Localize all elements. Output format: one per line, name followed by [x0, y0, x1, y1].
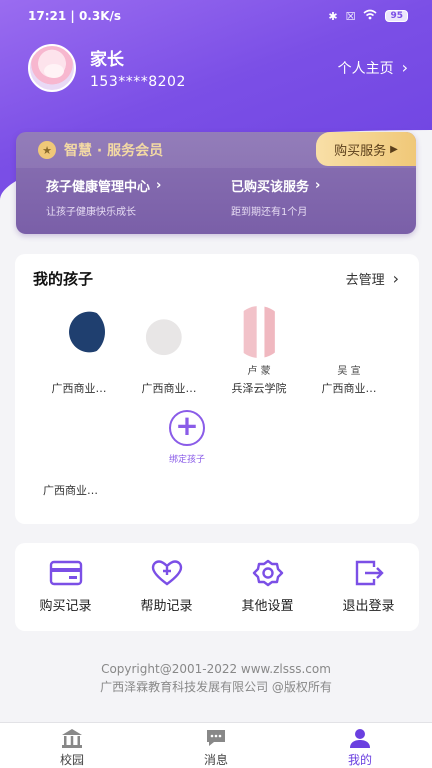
- vip-item-subtitle: 距到期还有1个月: [231, 207, 308, 218]
- child-school: 兵泽云学院: [231, 382, 287, 395]
- star-badge-icon: ★: [38, 141, 56, 159]
- tool-label: 帮助记录: [140, 599, 193, 614]
- child-name: 吴 宣: [337, 366, 361, 377]
- status-icons: ✱ ☒ 95: [328, 9, 408, 23]
- vip-items: 孩子健康管理中心 › 让孩子健康快乐成长 已购买该服务 › 距到期还有1个月: [16, 168, 416, 218]
- tab-label: 我的: [347, 753, 372, 767]
- user-icon: [350, 729, 370, 748]
- tools-card: 购买记录 帮助记录 其他设置 退出登录: [15, 543, 419, 631]
- card-icon: [49, 560, 82, 586]
- tab-label: 校园: [59, 753, 84, 767]
- my-children-card: 我的孩子 去管理 › 广西商业… 广西商业… 卢 蒙 兵泽云学院 吴 宣 广西商…: [15, 254, 419, 524]
- plus-circle-icon: +: [169, 410, 205, 446]
- logout-icon: [355, 560, 384, 586]
- tool-label: 购买记录: [39, 599, 92, 614]
- vip-service-card[interactable]: ★ 智慧 · 服务会员 购买服务 ▶ 孩子健康管理中心 › 让孩子健康快乐成长 …: [16, 132, 416, 234]
- help-records-button[interactable]: 帮助记录: [116, 543, 217, 631]
- status-time: 17:21: [28, 9, 67, 23]
- bottom-tab-bar: 校园 消息 我的: [0, 722, 432, 768]
- chevron-right-icon: ›: [401, 58, 408, 77]
- manage-children-link[interactable]: 去管理 ›: [346, 269, 399, 288]
- profile-header: 家长 153****8202 个人主页 ›: [28, 43, 408, 92]
- play-arrow-icon: ▶: [390, 143, 398, 155]
- child-name: [123, 362, 215, 376]
- child-school[interactable]: 广西商业…: [43, 482, 98, 498]
- tool-label: 退出登录: [342, 599, 395, 614]
- child-school: 广西商业…: [51, 382, 107, 395]
- gear-icon: [252, 559, 283, 587]
- chevron-right-icon: ›: [392, 269, 399, 288]
- chevron-right-icon: ›: [156, 178, 162, 193]
- child-avatar: [233, 306, 285, 358]
- my-children-title: 我的孩子: [33, 270, 94, 288]
- other-settings-button[interactable]: 其他设置: [217, 543, 318, 631]
- child-avatar: [323, 306, 375, 358]
- child-name: 卢 蒙: [247, 366, 271, 377]
- tab-mine[interactable]: 我的: [288, 723, 432, 768]
- profile-info: 家长 153****8202: [90, 45, 338, 90]
- tab-messages[interactable]: 消息: [144, 723, 288, 768]
- wifi-icon: [363, 9, 377, 23]
- logout-button[interactable]: 退出登录: [318, 543, 419, 631]
- buy-service-button[interactable]: 购买服务 ▶: [316, 132, 416, 166]
- vip-item-title-text: 孩子健康管理中心: [46, 180, 151, 195]
- child-item[interactable]: 广西商业…: [123, 298, 215, 396]
- school-icon: [62, 729, 82, 748]
- buy-service-label: 购买服务: [334, 143, 387, 159]
- vip-item-title: 孩子健康管理中心 ›: [46, 176, 231, 195]
- profile-phone: 153****8202: [90, 74, 186, 90]
- heart-plus-icon: [151, 560, 182, 586]
- manage-children-label: 去管理: [345, 273, 385, 288]
- status-bar: 17:21 | 0.3K/s ✱ ☒ 95: [0, 0, 432, 32]
- tool-label: 其他设置: [241, 599, 294, 614]
- bind-child-button[interactable]: + 绑定孩子: [135, 410, 239, 465]
- status-time-group: 17:21 | 0.3K/s: [28, 9, 121, 23]
- copyright-text: Copyright@2001-2022 www.zlsss.com: [101, 662, 331, 676]
- sim-icon: ☒: [345, 9, 356, 23]
- bluetooth-icon: ✱: [328, 9, 338, 23]
- vip-item-health-center[interactable]: 孩子健康管理中心 › 让孩子健康快乐成长: [46, 176, 231, 218]
- profile-name: 家长: [90, 50, 124, 70]
- chevron-right-icon: ›: [315, 178, 321, 193]
- status-speed: 0.3K/s: [78, 9, 122, 23]
- company-text: 广西泽霖教育科技发展有限公司 @版权所有: [100, 680, 332, 694]
- footer: Copyright@2001-2022 www.zlsss.com 广西泽霖教育…: [0, 660, 432, 696]
- child-item[interactable]: 卢 蒙 兵泽云学院: [213, 298, 305, 396]
- tab-campus[interactable]: 校园: [0, 723, 144, 768]
- child-item[interactable]: 吴 宣 广西商业…: [303, 298, 395, 396]
- vip-item-title-text: 已购买该服务: [231, 180, 310, 195]
- vip-item-title: 已购买该服务 ›: [231, 176, 416, 195]
- child-school: 广西商业…: [141, 382, 197, 395]
- battery-icon: 95: [385, 10, 408, 22]
- tab-label: 消息: [203, 753, 228, 767]
- vip-item-purchased[interactable]: 已购买该服务 › 距到期还有1个月: [231, 176, 416, 218]
- purchase-records-button[interactable]: 购买记录: [15, 543, 116, 631]
- status-divider: |: [70, 9, 79, 23]
- child-name: [33, 362, 125, 376]
- avatar[interactable]: [28, 43, 76, 92]
- vip-item-subtitle: 让孩子健康快乐成长: [46, 207, 136, 218]
- child-avatar: [143, 306, 195, 358]
- my-children-header: 我的孩子 去管理 ›: [15, 254, 419, 289]
- child-item[interactable]: 广西商业…: [33, 298, 125, 396]
- personal-homepage-label: 个人主页: [337, 60, 394, 77]
- message-icon: [207, 730, 225, 746]
- bind-child-label: 绑定孩子: [168, 455, 205, 465]
- personal-homepage-link[interactable]: 个人主页 ›: [338, 58, 408, 78]
- vip-title: 智慧 · 服务会员: [64, 143, 164, 159]
- child-school: 广西商业…: [321, 382, 377, 395]
- child-avatar: [53, 306, 105, 358]
